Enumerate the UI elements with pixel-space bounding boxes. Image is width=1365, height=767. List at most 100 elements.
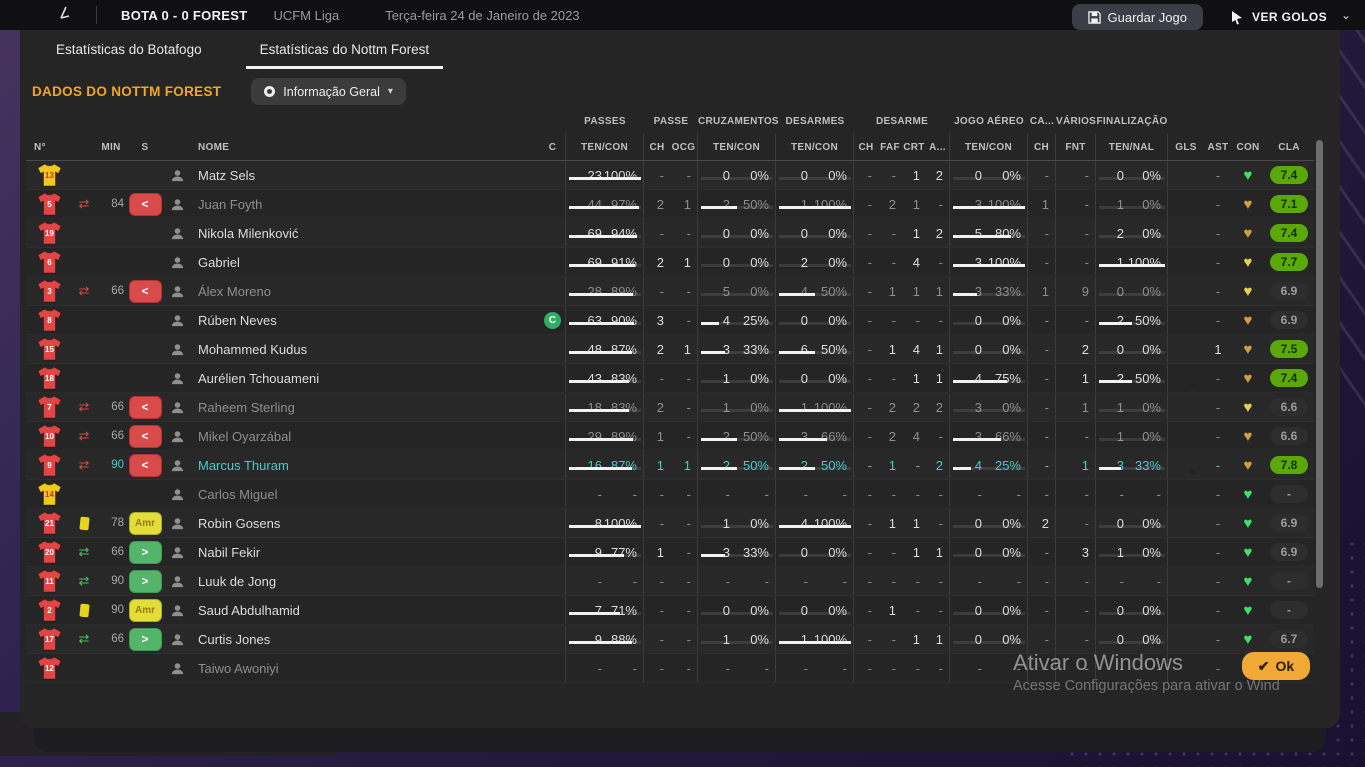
player-name[interactable]: Álex Moreno: [190, 284, 540, 299]
player-name[interactable]: Aurélien Tchouameni: [190, 371, 540, 386]
condition-heart-icon: ♥: [1244, 254, 1253, 271]
sub-badge: <: [129, 193, 162, 216]
table-row[interactable]: 19Nikola Milenković6994%--00%00%--12580%…: [26, 219, 1314, 248]
table-row[interactable]: 18Aurélien Tchouameni4383%--10%00%--1147…: [26, 364, 1314, 393]
table-row[interactable]: 11⇄90>Luuk de Jong-------------------♥-: [26, 567, 1314, 596]
stat-cell: 0: [1096, 632, 1130, 647]
condition-cell: ♥: [1232, 458, 1264, 473]
player-photo-icon: [170, 197, 185, 212]
stat-cell: 77%: [608, 538, 644, 566]
stat-cell: 1: [670, 190, 698, 218]
table-row[interactable]: 13Matz Sels23100%--00%00%--1200%--00%-♥7…: [26, 161, 1314, 190]
col-header-c: C: [540, 134, 566, 160]
stat-cell: 0%: [814, 161, 854, 189]
tab-botafogo-stats[interactable]: Estatísticas do Botafogo: [56, 42, 202, 69]
view-goals-button[interactable]: VER GOLOS: [1230, 4, 1327, 30]
captain-cell: [540, 567, 566, 595]
table-row[interactable]: 6Gabriel6991%2100%20%--4-3100%--1100%-♥7…: [26, 248, 1314, 277]
stat-cell: -: [854, 255, 878, 270]
table-row[interactable]: 5⇄84<Juan Foyth4497%21250%1100%-21-3100%…: [26, 190, 1314, 219]
player-name[interactable]: Carlos Miguel: [190, 487, 540, 502]
player-name[interactable]: Luuk de Jong: [190, 574, 540, 589]
stat-cell: 100%: [608, 509, 644, 537]
player-name[interactable]: Saud Abdulhamid: [190, 603, 540, 618]
vertical-scrollbar[interactable]: [1316, 140, 1323, 588]
stat-cell: -: [1028, 393, 1056, 421]
table-row[interactable]: 15Mohammed Kudus4887%21333%650%-14100%-2…: [26, 335, 1314, 364]
stat-cell: 0: [776, 168, 814, 183]
player-name[interactable]: Mohammed Kudus: [190, 342, 540, 357]
player-name[interactable]: Mikel Oyarzábal: [190, 429, 540, 444]
stat-cell: 83%: [608, 364, 644, 392]
sub-on-icon: ⇄: [79, 631, 90, 646]
stat-cell: 1: [926, 364, 950, 392]
stat-cell: 1: [902, 197, 926, 212]
stat-cell: 1: [698, 400, 736, 415]
condition-heart-icon: ♥: [1244, 544, 1253, 561]
stat-cell: 5: [950, 226, 988, 241]
stat-cell: 2: [926, 393, 950, 421]
player-name[interactable]: Taiwo Awoniyi: [190, 661, 540, 676]
table-row[interactable]: 14Carlos Miguel-------------------♥-: [26, 480, 1314, 509]
info-filter-dropdown[interactable]: Informação Geral ▾: [251, 78, 406, 105]
save-game-button[interactable]: Guardar Jogo: [1072, 4, 1204, 30]
stat-bar: [569, 438, 633, 441]
player-name[interactable]: Gabriel: [190, 255, 540, 270]
col-header-ch: CH: [1028, 134, 1056, 160]
stat-cell: 1: [1028, 190, 1056, 218]
col-header-ch: CH: [644, 142, 670, 153]
stat-cell: 0: [776, 313, 814, 328]
captain-cell: [540, 538, 566, 566]
player-name[interactable]: Nabil Fekir: [190, 545, 540, 560]
event-icon-cell: ⇄: [72, 196, 96, 212]
captain-cell: [540, 248, 566, 276]
captain-cell: [540, 393, 566, 421]
ok-button[interactable]: ✔ Ok: [1242, 652, 1310, 680]
player-name[interactable]: Nikola Milenković: [190, 226, 540, 241]
stat-cell: -: [854, 516, 878, 531]
player-name[interactable]: Juan Foyth: [190, 197, 540, 212]
table-row[interactable]: 10⇄66<Mikel Oyarzábal2989%1-250%366%-24-…: [26, 422, 1314, 451]
condition-cell: ♥: [1232, 313, 1264, 328]
table-row[interactable]: 8Rúben NevesC6390%3-425%00%----00%--250%…: [26, 306, 1314, 335]
stat-cell: 1: [878, 284, 902, 299]
player-name[interactable]: Curtis Jones: [190, 632, 540, 647]
tab-nottm-forest-stats[interactable]: Estatísticas do Nottm Forest: [260, 42, 430, 69]
stat-cell: 1: [902, 545, 926, 560]
photo-cell: [164, 255, 190, 270]
table-row[interactable]: 290AmrSaud Abdulhamid771%--00%00%-1--00%…: [26, 596, 1314, 625]
player-name[interactable]: Robin Gosens: [190, 516, 540, 531]
windows-activation-subtext: Acesse Configurações para ativar o Wind: [1013, 678, 1313, 694]
stat-cell: -: [1028, 219, 1056, 247]
stat-cell: 2: [644, 197, 670, 212]
table-row[interactable]: 2178AmrRobin Gosens8100%--10%4100%-11-00…: [26, 509, 1314, 538]
table-row[interactable]: 9⇄90<Marcus Thuram1687%11250%250%-1-2425…: [26, 451, 1314, 480]
windows-activation-watermark: Ativar o Windows: [1013, 650, 1183, 676]
event-icon-cell: ⇄: [72, 457, 96, 473]
stat-cell: 0%: [736, 596, 776, 624]
stat-cell: -: [878, 226, 902, 241]
table-row[interactable]: 3⇄66<Álex Moreno2889%--50%450%-111333%19…: [26, 277, 1314, 306]
player-name[interactable]: Marcus Thuram: [190, 458, 540, 473]
stat-cell: -: [926, 248, 950, 276]
stat-cell: 4: [776, 516, 814, 531]
svg-text:9: 9: [47, 461, 52, 470]
stat-cell: -: [878, 371, 902, 386]
table-row[interactable]: 20⇄66>Nabil Fekir977%1-333%00%--1100%-31…: [26, 538, 1314, 567]
table-row[interactable]: 7⇄66<Raheem Sterling1883%2-10%1100%-2223…: [26, 393, 1314, 422]
rating-badge: 6.9: [1270, 514, 1308, 532]
stat-cell: 0: [698, 168, 736, 183]
player-name[interactable]: Matz Sels: [190, 168, 540, 183]
chevron-down-icon[interactable]: ⌄: [1341, 8, 1351, 22]
photo-cell: [164, 516, 190, 531]
stat-cell: -: [1056, 306, 1096, 334]
stat-cell: -: [926, 480, 950, 508]
whistle-icon[interactable]: [58, 5, 74, 26]
stat-cell: 0%: [736, 161, 776, 189]
captain-cell: [540, 335, 566, 363]
col-header-ast: AST: [1204, 142, 1232, 153]
stat-cell: 1: [878, 342, 902, 357]
player-name[interactable]: Raheem Sterling: [190, 400, 540, 415]
stat-cell: -: [854, 487, 878, 502]
player-name[interactable]: Rúben Neves: [190, 313, 540, 328]
